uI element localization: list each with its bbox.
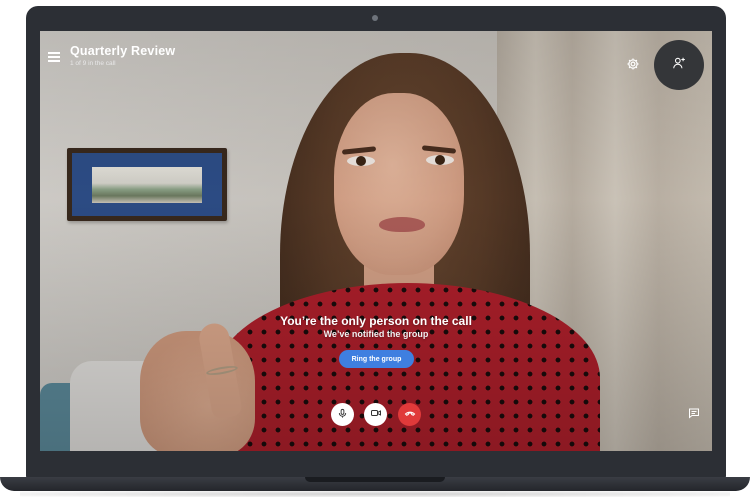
add-people-button[interactable]: [654, 40, 704, 90]
chat-bubble-icon[interactable]: [688, 406, 700, 419]
hamburger-icon[interactable]: [48, 50, 62, 62]
add-person-icon: [672, 56, 686, 75]
mute-button[interactable]: [331, 403, 354, 426]
phone-hangup-icon: [404, 406, 416, 424]
laptop-shadow: [20, 491, 730, 497]
call-screen: Quarterly Review 1 of 9 in the call You’…: [40, 31, 712, 451]
call-status-subtitle: We’ve notified the group: [323, 329, 429, 339]
ring-the-group-button[interactable]: Ring the group: [339, 350, 414, 368]
microphone-icon: [337, 406, 348, 424]
webcam-dot: [372, 15, 378, 21]
gear-icon[interactable]: [626, 57, 640, 71]
call-participant-count: 1 of 9 in the call: [70, 60, 116, 67]
video-toggle-button[interactable]: [364, 403, 387, 426]
video-camera-icon: [370, 406, 382, 424]
laptop-base-notch: [305, 477, 445, 482]
laptop-mockup: Quarterly Review 1 of 9 in the call You’…: [0, 0, 750, 500]
video-overlay-shade: [40, 31, 712, 451]
call-title: Quarterly Review: [70, 44, 176, 58]
call-status-title: You’re the only person on the call: [280, 314, 472, 328]
hang-up-button[interactable]: [398, 403, 421, 426]
